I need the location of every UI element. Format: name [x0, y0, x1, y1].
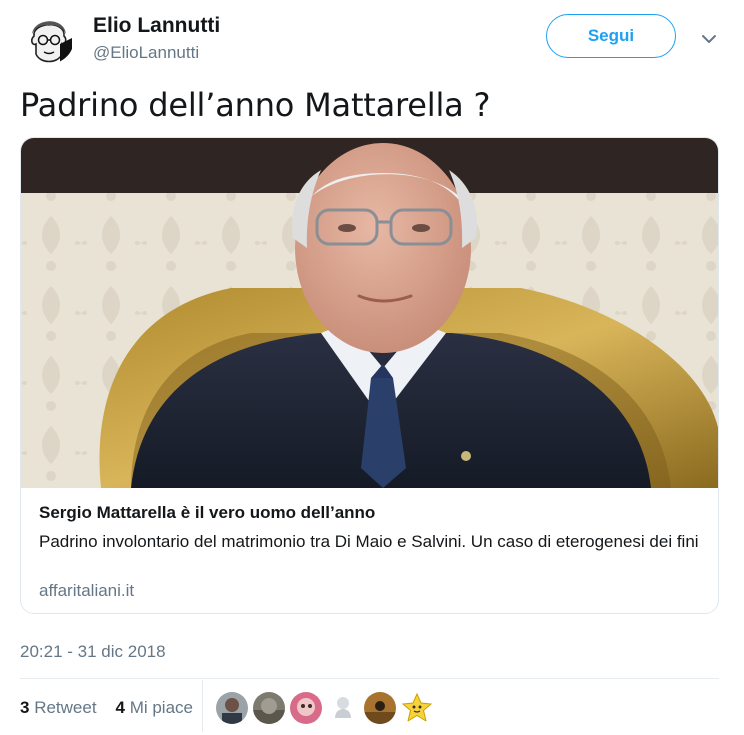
card-title[interactable]: Sergio Mattarella è il vero uomo dell’an…: [39, 503, 375, 523]
card-image[interactable]: [21, 138, 718, 488]
liker-avatar-3[interactable]: [290, 692, 322, 724]
link-card[interactable]: Sergio Mattarella è il vero uomo dell’an…: [20, 137, 719, 614]
tweet-text: Padrino dell’anno Mattarella ?: [20, 86, 491, 124]
card-description: Padrino involontario del matrimonio tra …: [39, 532, 699, 551]
author-handle[interactable]: @ElioLannutti: [93, 43, 199, 63]
liker-avatar-4[interactable]: [327, 692, 359, 724]
liker-avatar-2[interactable]: [253, 692, 285, 724]
retweets-count: 3: [20, 698, 30, 717]
likes-stat[interactable]: 4 Mi piace: [115, 698, 193, 717]
star-avatar-icon[interactable]: [401, 692, 433, 724]
author-avatar[interactable]: [24, 14, 74, 64]
stats-separator: [202, 680, 203, 732]
portrait-photo-icon: [21, 138, 718, 488]
liker-avatar-1[interactable]: [216, 692, 248, 724]
likes-count: 4: [115, 698, 125, 717]
retweets-label: Retweet: [34, 698, 97, 717]
caricature-avatar-icon: [24, 14, 74, 64]
chevron-down-icon[interactable]: [698, 28, 720, 50]
follow-button[interactable]: Segui: [546, 14, 676, 58]
tweet-header: Elio Lannutti @ElioLannutti Segui: [20, 10, 724, 70]
tweet-stats: 3 Retweet 4 Mi piace: [20, 698, 193, 718]
tweet-timestamp[interactable]: 20:21 - 31 dic 2018: [20, 642, 166, 662]
divider: [20, 678, 719, 679]
author-name[interactable]: Elio Lannutti: [93, 14, 220, 38]
retweets-stat[interactable]: 3 Retweet: [20, 698, 97, 717]
card-domain[interactable]: affaritaliani.it: [39, 581, 134, 601]
liker-avatar-5[interactable]: [364, 692, 396, 724]
likes-label: Mi piace: [129, 698, 193, 717]
